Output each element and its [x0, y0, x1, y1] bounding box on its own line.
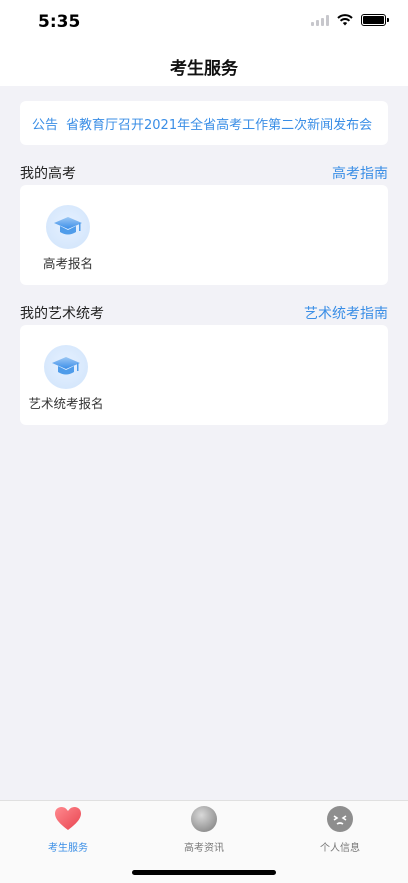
tab-student-services[interactable]: 考生服务 — [18, 805, 118, 854]
graduation-cap-icon — [46, 205, 90, 249]
wifi-icon — [337, 14, 353, 26]
section-title: 我的艺术统考 — [20, 306, 104, 322]
gaokao-section-header: 我的高考 高考指南 — [20, 161, 388, 185]
header-bar: 5:35 考生服务 — [0, 0, 408, 86]
tile-label: 高考报名 — [42, 256, 93, 271]
art-card: 艺术统考报名 — [20, 325, 388, 425]
art-guide-link[interactable]: 艺术统考指南 — [304, 303, 388, 323]
graduation-cap-icon — [44, 345, 88, 389]
home-indicator — [132, 870, 276, 875]
section-title: 我的高考 — [20, 166, 76, 182]
tab-label: 高考资讯 — [184, 843, 224, 854]
tab-label: 个人信息 — [320, 843, 360, 854]
announcement-banner[interactable]: 公告 省教育厅召开2021年全省高考工作第二次新闻发布会 — [20, 101, 388, 145]
gaokao-guide-link[interactable]: 高考指南 — [332, 163, 388, 183]
heart-icon — [55, 807, 81, 830]
tab-bar: 考生服务 高考资讯 个人信息 — [0, 800, 408, 883]
tile-label: 艺术统考报名 — [28, 396, 104, 411]
art-section-header: 我的艺术统考 艺术统考指南 — [20, 301, 388, 325]
announcement-tag: 公告 — [32, 117, 59, 133]
status-time: 5:35 — [38, 12, 81, 32]
page-title: 考生服务 — [170, 59, 238, 79]
tab-gaokao-news[interactable]: 高考资讯 — [154, 805, 254, 854]
gaokao-card: 高考报名 — [20, 185, 388, 285]
tab-label: 考生服务 — [48, 843, 88, 854]
status-indicators — [311, 14, 389, 26]
info-sphere-icon — [191, 806, 217, 832]
profile-face-icon — [327, 806, 353, 832]
battery-icon — [361, 14, 389, 26]
announcement-text[interactable]: 省教育厅召开2021年全省高考工作第二次新闻发布会 — [66, 114, 372, 133]
cellular-signal-icon — [311, 14, 329, 26]
tab-personal-info[interactable]: 个人信息 — [290, 805, 390, 854]
gaokao-registration-tile[interactable]: 高考报名 — [20, 205, 116, 272]
art-registration-tile[interactable]: 艺术统考报名 — [18, 345, 114, 412]
